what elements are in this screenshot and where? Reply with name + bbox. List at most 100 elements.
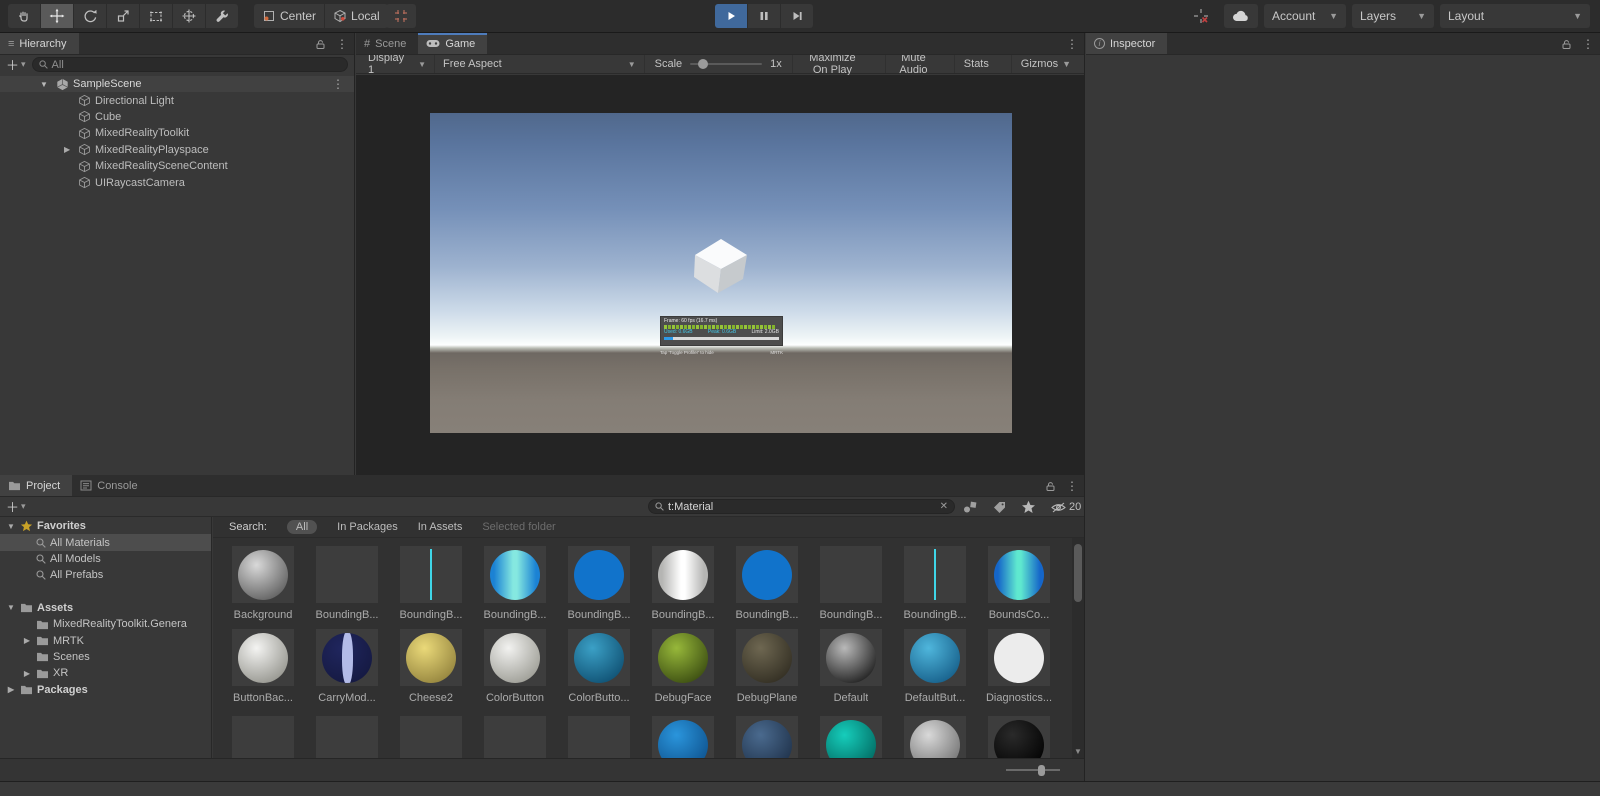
material-item[interactable]: ColorButton <box>473 629 557 704</box>
material-item[interactable]: BoundingB... <box>641 546 725 621</box>
project-menu-kebab[interactable]: ⋮ <box>1066 480 1078 492</box>
game-toolbar-button[interactable]: Mute Audio▼ <box>885 52 954 76</box>
display-dropdown[interactable]: Display 1 ▼ <box>360 52 436 76</box>
material-item[interactable]: Diagnostics... <box>977 629 1061 704</box>
favorites-item[interactable]: All Models <box>0 551 211 567</box>
assets-root[interactable]: ▼ Assets <box>0 600 211 616</box>
clear-search-icon[interactable]: ✕ <box>940 501 948 512</box>
search-scope-option[interactable]: In Assets <box>418 521 463 533</box>
material-item[interactable]: Default <box>809 629 893 704</box>
asset-folder-item[interactable]: ▶ XR <box>0 665 211 681</box>
create-asset-button[interactable]: ＋ ▾ <box>6 497 26 516</box>
search-scope-option[interactable]: Selected folder <box>482 521 555 533</box>
material-item[interactable]: Cheese2 <box>389 629 473 704</box>
transform-tool-button[interactable] <box>173 4 205 28</box>
play-button[interactable] <box>715 4 747 28</box>
search-by-type-icon[interactable] <box>962 500 978 514</box>
material-item[interactable]: DebugFace <box>641 629 725 704</box>
scale-slider-thumb[interactable] <box>698 59 709 69</box>
asset-folder-item[interactable]: ▶ MixedRealityToolkit.Genera <box>0 616 211 632</box>
create-object-button[interactable]: ＋ ▾ <box>6 55 26 74</box>
material-item[interactable] <box>305 716 389 758</box>
favorites-item[interactable]: All Prefabs <box>0 567 211 583</box>
tab-scene[interactable]: # Scene <box>356 33 418 54</box>
material-item[interactable]: BoundingB... <box>305 546 389 621</box>
game-toolbar-button[interactable]: Gizmos ▼ <box>1010 55 1080 73</box>
hierarchy-item[interactable]: ▶ Cube <box>0 109 354 125</box>
collapse-arrow[interactable]: ▼ <box>40 80 52 89</box>
favorites-item[interactable]: All Materials <box>0 534 211 551</box>
layers-dropdown[interactable]: Layers ▼ <box>1352 4 1434 28</box>
aspect-dropdown[interactable]: Free Aspect ▼ <box>435 55 645 73</box>
rotate-tool-button[interactable] <box>74 4 106 28</box>
tab-game[interactable]: Game <box>418 33 488 54</box>
expand-arrow-icon[interactable]: ▶ <box>22 669 32 678</box>
material-item[interactable]: DefaultBut... <box>893 629 977 704</box>
expand-arrow-icon[interactable]: ▶ <box>22 636 32 645</box>
hidden-packages-toggle[interactable]: 20 <box>1050 501 1081 514</box>
lock-icon[interactable] <box>1045 481 1056 492</box>
account-dropdown[interactable]: Account ▼ <box>1264 4 1346 28</box>
material-item[interactable] <box>641 716 725 758</box>
hierarchy-item[interactable]: ▶ UIRaycastCamera <box>0 174 354 190</box>
search-scope-option[interactable]: All <box>286 520 318 534</box>
material-item[interactable]: BoundingB... <box>893 546 977 621</box>
material-item[interactable]: BoundingB... <box>557 546 641 621</box>
thumbnail-size-slider[interactable] <box>1006 765 1060 776</box>
material-item[interactable]: ColorButto... <box>557 629 641 704</box>
hierarchy-item[interactable]: ▶ Directional Light <box>0 92 354 108</box>
material-item[interactable] <box>809 716 893 758</box>
material-item[interactable]: BoundingB... <box>473 546 557 621</box>
collab-button[interactable] <box>1184 4 1218 28</box>
search-scope-option[interactable]: In Packages <box>337 521 398 533</box>
lock-icon[interactable] <box>1561 39 1572 50</box>
vertical-scrollbar[interactable]: ▼ <box>1072 538 1084 758</box>
favorites-root[interactable]: ▼ Favorites <box>0 518 211 534</box>
rect-tool-button[interactable] <box>140 4 172 28</box>
tab-inspector[interactable]: i Inspector <box>1086 33 1168 54</box>
material-item[interactable]: BoundingB... <box>725 546 809 621</box>
expand-arrow-icon[interactable]: ▶ <box>6 685 16 694</box>
material-item[interactable] <box>725 716 809 758</box>
game-menu-kebab[interactable]: ⋮ <box>1066 38 1078 50</box>
material-item[interactable]: BoundingB... <box>809 546 893 621</box>
material-item[interactable]: CarryMod... <box>305 629 389 704</box>
inspector-menu-kebab[interactable]: ⋮ <box>1582 38 1594 50</box>
favorite-star-icon[interactable] <box>1021 500 1036 514</box>
scrollbar-thumb[interactable] <box>1074 544 1082 602</box>
lock-icon[interactable] <box>315 39 326 50</box>
hierarchy-item[interactable]: ▶ MixedRealityPlayspace <box>0 142 354 158</box>
hierarchy-item[interactable]: ▶ MixedRealitySceneContent <box>0 158 354 174</box>
scroll-down-arrow[interactable]: ▼ <box>1074 747 1082 756</box>
material-item[interactable]: ButtonBac... <box>221 629 305 704</box>
collapse-arrow[interactable]: ▼ <box>6 603 16 612</box>
custom-tool-button[interactable] <box>206 4 238 28</box>
collapse-arrow[interactable]: ▼ <box>6 522 16 531</box>
step-button[interactable] <box>781 4 813 28</box>
hierarchy-menu-kebab[interactable]: ⋮ <box>336 38 348 50</box>
hand-tool-button[interactable] <box>8 4 40 28</box>
scene-row[interactable]: ▼ SampleScene ⋮ <box>0 76 354 93</box>
scale-tool-button[interactable] <box>107 4 139 28</box>
hierarchy-search-input[interactable]: All <box>31 57 348 72</box>
project-search-input[interactable]: t:Material ✕ <box>648 499 955 514</box>
hierarchy-item[interactable]: ▶ MixedRealityToolkit <box>0 125 354 141</box>
packages-root[interactable]: ▶ Packages <box>0 682 211 698</box>
tab-console[interactable]: Console <box>72 475 149 496</box>
asset-folder-item[interactable]: ▶ Scenes <box>0 649 211 665</box>
material-item[interactable] <box>389 716 473 758</box>
move-tool-button[interactable] <box>41 4 73 28</box>
grid-snap-button[interactable] <box>386 4 416 28</box>
search-by-label-icon[interactable] <box>992 500 1007 514</box>
thumbnail-size-thumb[interactable] <box>1038 765 1045 776</box>
material-item[interactable] <box>557 716 641 758</box>
space-toggle-button[interactable]: Local <box>325 4 388 28</box>
tab-hierarchy[interactable]: ≡ Hierarchy <box>0 33 79 54</box>
expand-arrow-icon[interactable]: ▶ <box>64 145 73 154</box>
asset-folder-item[interactable]: ▶ MRTK <box>0 632 211 648</box>
pivot-toggle-button[interactable]: Center <box>254 4 325 28</box>
material-item[interactable]: DebugPlane <box>725 629 809 704</box>
game-toolbar-button[interactable]: Maximize On Play▼ <box>791 52 885 76</box>
material-item[interactable] <box>473 716 557 758</box>
pause-button[interactable] <box>748 4 780 28</box>
